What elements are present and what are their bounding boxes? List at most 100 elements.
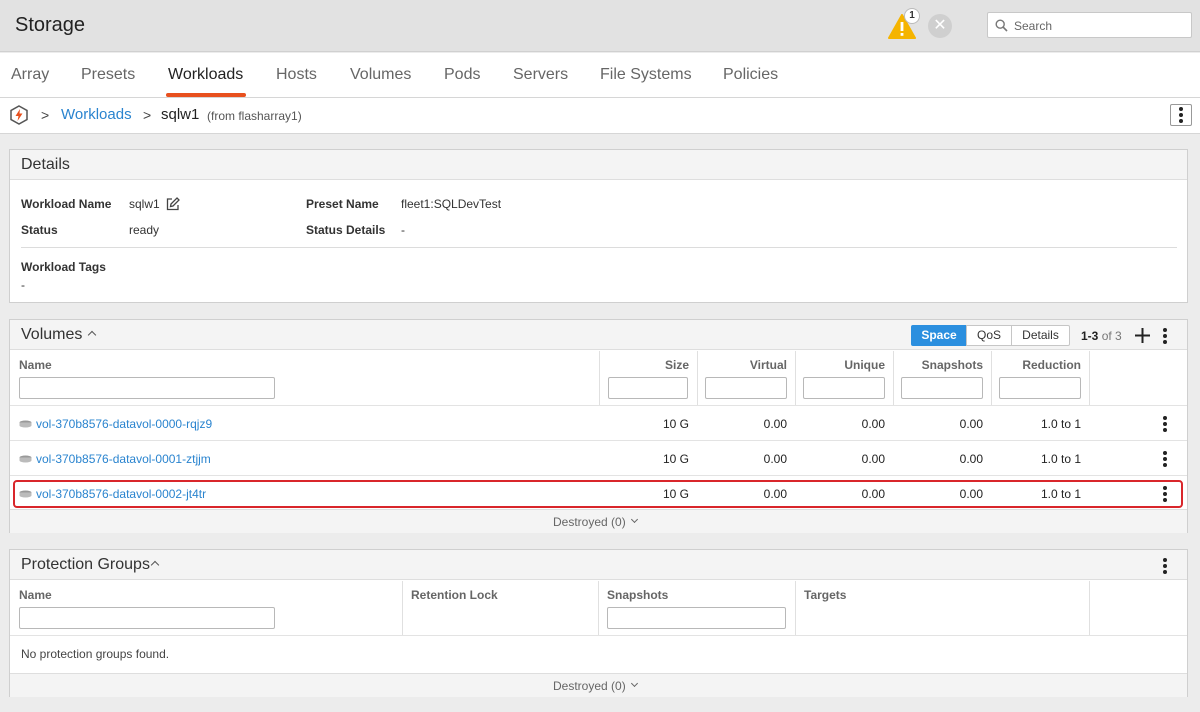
column-divider <box>1089 351 1090 405</box>
details-panel-header: Details <box>10 150 1187 180</box>
row-menu-icon[interactable] <box>1163 486 1167 502</box>
snapshots-filter-input[interactable] <box>901 377 983 399</box>
column-divider <box>795 351 796 405</box>
preset-name-label: Preset Name <box>306 197 379 211</box>
search-box[interactable] <box>987 12 1192 38</box>
page-actions-menu-button[interactable] <box>1170 104 1192 126</box>
chevron-up-icon[interactable] <box>87 330 97 340</box>
status-details-label: Status Details <box>306 223 386 237</box>
virtual-filter-input[interactable] <box>705 377 787 399</box>
tab-policies[interactable]: Policies <box>723 66 778 84</box>
size-cell: 10 G <box>662 487 689 501</box>
view-details-button[interactable]: Details <box>1011 325 1070 346</box>
add-icon[interactable] <box>1135 328 1150 343</box>
breadcrumb-source: (from flasharray1) <box>207 109 302 123</box>
volumes-panel-header: Volumes Space QoS Details 1-3 of 3 <box>10 320 1187 350</box>
pg-snapshots-filter-input[interactable] <box>607 607 786 629</box>
table-row[interactable]: vol-370b8576-datavol-0000-rqjz9 10 G 0.0… <box>10 405 1187 440</box>
size-cell: 10 G <box>662 417 689 431</box>
tab-pods[interactable]: Pods <box>444 66 480 84</box>
volume-name-link[interactable]: vol-370b8576-datavol-0002-jt4tr <box>36 487 206 501</box>
column-divider <box>893 351 894 405</box>
tab-array[interactable]: Array <box>11 66 49 84</box>
tab-hosts[interactable]: Hosts <box>276 66 317 84</box>
pagination-range: 1-3 <box>1081 329 1099 343</box>
volume-icon <box>19 420 32 428</box>
column-divider <box>599 351 600 405</box>
tab-servers[interactable]: Servers <box>513 66 568 84</box>
tab-volumes[interactable]: Volumes <box>350 66 411 84</box>
virtual-cell: 0.00 <box>763 487 787 501</box>
table-row[interactable]: vol-370b8576-datavol-0001-ztjjm 10 G 0.0… <box>10 440 1187 475</box>
view-qos-button[interactable]: QoS <box>966 325 1012 346</box>
status-value: ready <box>129 223 160 237</box>
volume-icon <box>19 455 32 463</box>
col-reduction[interactable]: Reduction <box>1001 358 1081 372</box>
active-tab-indicator <box>166 93 246 97</box>
pagination: 1-3 of 3 <box>1081 329 1122 343</box>
tab-presets[interactable]: Presets <box>81 66 135 84</box>
col-snapshots[interactable]: Snapshots <box>903 358 983 372</box>
search-input[interactable] <box>1014 17 1184 34</box>
pg-name-filter-input[interactable] <box>19 607 275 629</box>
col-snapshots[interactable]: Snapshots <box>607 588 668 602</box>
reduction-cell: 1.0 to 1 <box>1040 487 1081 501</box>
protection-groups-title: Protection Groups <box>21 556 150 573</box>
search-icon <box>995 19 1008 32</box>
snapshots-cell: 0.00 <box>959 487 983 501</box>
workload-icon <box>10 105 28 125</box>
protection-groups-footer: Destroyed (0) <box>10 673 1187 697</box>
close-icon[interactable]: ✕ <box>928 14 952 38</box>
size-filter-input[interactable] <box>608 377 688 399</box>
tab-file-systems[interactable]: File Systems <box>600 66 692 84</box>
row-menu-icon[interactable] <box>1163 416 1167 432</box>
snapshots-cell: 0.00 <box>959 452 983 466</box>
destroyed-volumes-toggle[interactable]: Destroyed (0) <box>553 515 626 529</box>
pagination-total: of 3 <box>1101 329 1122 343</box>
chevron-up-icon[interactable] <box>150 560 160 570</box>
more-vertical-icon <box>1179 107 1183 123</box>
top-bar: Storage 1 ✕ <box>0 0 1200 52</box>
volumes-menu-icon[interactable] <box>1163 328 1167 344</box>
col-name[interactable]: Name <box>19 358 52 372</box>
edit-icon[interactable] <box>166 197 180 211</box>
table-row-container: vol-370b8576-datavol-0002-jt4tr 10 G 0.0… <box>10 475 1187 510</box>
column-divider <box>1089 581 1090 635</box>
col-virtual[interactable]: Virtual <box>707 358 787 372</box>
unique-cell: 0.00 <box>861 417 885 431</box>
volume-name-link[interactable]: vol-370b8576-datavol-0000-rqjz9 <box>36 417 212 431</box>
chevron-down-icon[interactable] <box>630 679 639 688</box>
virtual-cell: 0.00 <box>763 417 787 431</box>
virtual-cell: 0.00 <box>763 452 787 466</box>
reduction-cell: 1.0 to 1 <box>1040 417 1081 431</box>
unique-filter-input[interactable] <box>803 377 885 399</box>
name-filter-input[interactable] <box>19 377 275 399</box>
column-divider <box>598 581 599 635</box>
main-tabs: Array Presets Workloads Hosts Volumes Po… <box>0 53 1200 98</box>
destroyed-pgroups-toggle[interactable]: Destroyed (0) <box>553 679 626 693</box>
unique-cell: 0.00 <box>861 452 885 466</box>
table-row-highlighted[interactable]: vol-370b8576-datavol-0002-jt4tr 10 G 0.0… <box>13 480 1183 508</box>
alert-count-badge: 1 <box>904 8 920 24</box>
preset-name-value: fleet1:SQLDevTest <box>401 197 502 211</box>
reduction-filter-input[interactable] <box>999 377 1081 399</box>
details-title: Details <box>21 156 70 173</box>
volumes-footer: Destroyed (0) <box>10 509 1187 533</box>
col-retention-lock[interactable]: Retention Lock <box>411 588 498 602</box>
col-name[interactable]: Name <box>19 588 52 602</box>
volume-name-link[interactable]: vol-370b8576-datavol-0001-ztjjm <box>36 452 211 466</box>
col-targets[interactable]: Targets <box>804 588 846 602</box>
col-unique[interactable]: Unique <box>805 358 885 372</box>
empty-state-row: No protection groups found. <box>10 635 1187 672</box>
column-divider <box>795 581 796 635</box>
protection-groups-menu-icon[interactable] <box>1163 558 1167 574</box>
tab-workloads[interactable]: Workloads <box>168 66 243 84</box>
row-menu-icon[interactable] <box>1163 451 1167 467</box>
breadcrumb-workloads-link[interactable]: Workloads <box>61 106 132 123</box>
protection-groups-panel: Protection Groups Name Retention Lock Sn… <box>9 549 1188 697</box>
chevron-down-icon[interactable] <box>630 515 639 524</box>
col-size[interactable]: Size <box>609 358 689 372</box>
workload-tags-label: Workload Tags <box>21 260 106 274</box>
alerts-button[interactable]: 1 <box>888 8 920 40</box>
view-space-button[interactable]: Space <box>911 325 967 346</box>
